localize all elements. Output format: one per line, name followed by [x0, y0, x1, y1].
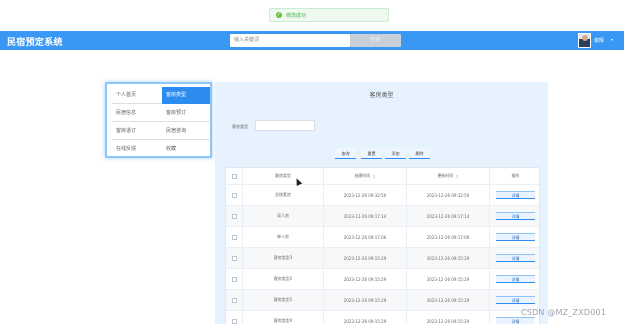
chevron-down-icon[interactable]: ▾: [611, 37, 613, 42]
header-created-time[interactable]: 创建时间 ↕: [324, 168, 407, 184]
filter-label: 客房类型: [232, 124, 248, 129]
detail-button[interactable]: 详情: [496, 254, 535, 262]
cell-updated: 2023-12-26 09:15:29: [407, 269, 490, 289]
cell-created: 2023-12-26 09:32:50: [324, 185, 407, 205]
menu-item-profile[interactable]: 个人首页: [112, 87, 160, 104]
toast-text: 修改成功: [286, 12, 307, 19]
menu-item-favorites[interactable]: 收藏: [162, 141, 210, 158]
table-row: 双人房 2023-12-26 09:17:14 2023-12-26 09:17…: [226, 206, 539, 227]
menu-item-room-type[interactable]: 客房类型: [162, 87, 210, 104]
header-actions: 操作: [511, 173, 520, 178]
cell-updated: 2023-12-26 09:17:14: [407, 206, 490, 226]
row-checkbox[interactable]: [231, 213, 237, 219]
cell-updated: 2023-12-26 09:32:50: [407, 185, 490, 205]
site-brand[interactable]: 民宿预定系统: [7, 35, 63, 48]
success-check-icon: ✓: [276, 12, 282, 18]
cell-created: 2023-12-26 09:15:29: [324, 311, 407, 324]
row-checkbox[interactable]: [231, 318, 237, 324]
sort-icon[interactable]: ↕: [372, 174, 375, 179]
cell-room-type: 单人房: [243, 227, 324, 247]
cell-room-type: 客房类型2: [243, 269, 324, 289]
menu-row: 在线反馈 收藏: [112, 141, 210, 158]
cell-room-type: 客房类型3: [243, 248, 324, 268]
search-input[interactable]: 输入关键词: [230, 34, 350, 47]
cell-updated: 2023-12-26 09:15:29: [407, 248, 490, 268]
top-navbar: 民宿预定系统 输入关键词 搜索 谢晖 ▾: [0, 31, 624, 50]
detail-button[interactable]: 详情: [496, 212, 535, 220]
delete-button[interactable]: 删除: [409, 148, 430, 159]
cell-created: 2023-12-26 09:15:29: [324, 248, 407, 268]
room-type-panel: 客房类型 客房类型 查询 重置 添加 删除 客房类型 创建时间 ↕ 更新时间 ↕ 操…: [215, 82, 548, 324]
row-checkbox[interactable]: [231, 276, 237, 282]
menu-row: 民宿信息 客房预订: [112, 105, 210, 122]
cell-created: 2023-12-26 09:15:29: [324, 269, 407, 289]
page-title: 客房类型: [369, 92, 394, 99]
detail-button[interactable]: 详情: [496, 296, 535, 304]
cell-updated: 2023-12-26 09:17:06: [407, 227, 490, 247]
add-button[interactable]: 添加: [385, 148, 406, 159]
cell-created: 2023-12-26 09:17:14: [324, 206, 407, 226]
select-all-cell: [226, 168, 243, 184]
table-header-row: 客房类型 创建时间 ↕ 更新时间 ↕ 操作: [226, 168, 539, 185]
table-row: 总统套房 2023-12-26 09:32:50 2023-12-26 09:3…: [226, 185, 539, 206]
cell-room-type: 总统套房: [243, 185, 324, 205]
detail-button[interactable]: 详情: [496, 317, 535, 324]
cell-room-type: 客房类型1: [243, 290, 324, 310]
detail-button[interactable]: 详情: [496, 275, 535, 283]
menu-row: 客房退订 民宿咨询: [112, 123, 210, 140]
cell-created: 2023-12-26 09:15:29: [324, 290, 407, 310]
detail-button[interactable]: 详情: [496, 191, 535, 199]
table-row: 客房类型2 2023-12-26 09:15:29 2023-12-26 09:…: [226, 269, 539, 290]
reset-button[interactable]: 重置: [361, 148, 382, 159]
sort-icon[interactable]: ↕: [455, 174, 458, 179]
row-checkbox[interactable]: [231, 297, 237, 303]
cell-updated: 2023-12-26 09:15:29: [407, 311, 490, 324]
menu-item-consult[interactable]: 民宿咨询: [162, 123, 210, 140]
table-row: 客房类型4 2023-12-26 09:15:29 2023-12-26 09:…: [226, 311, 539, 324]
user-side-menu: 个人首页 客房类型 民宿信息 客房预订 客房退订 民宿咨询 在线反馈 收藏: [105, 82, 212, 158]
menu-item-room-cancel[interactable]: 客房退订: [112, 123, 160, 140]
table-row: 单人房 2023-12-26 09:17:06 2023-12-26 09:17…: [226, 227, 539, 248]
menu-row: 个人首页 客房类型: [112, 87, 210, 104]
detail-button[interactable]: 详情: [496, 233, 535, 241]
header-room-type: 客房类型: [243, 168, 324, 184]
cell-room-type: 双人房: [243, 206, 324, 226]
select-all-checkbox[interactable]: [231, 173, 237, 179]
row-checkbox[interactable]: [231, 255, 237, 261]
success-toast: ✓ 修改成功: [269, 8, 389, 22]
cell-room-type: 客房类型4: [243, 311, 324, 324]
row-checkbox[interactable]: [231, 234, 237, 240]
room-type-table: 客房类型 创建时间 ↕ 更新时间 ↕ 操作 总统套房 2023-12-26 09:3…: [225, 167, 540, 324]
user-avatar[interactable]: [578, 33, 591, 48]
query-button[interactable]: 查询: [335, 148, 356, 159]
menu-item-room-booking[interactable]: 客房预订: [162, 105, 210, 122]
menu-item-feedback[interactable]: 在线反馈: [112, 141, 160, 158]
username[interactable]: 谢晖: [594, 37, 604, 44]
menu-item-homestay-info[interactable]: 民宿信息: [112, 105, 160, 122]
cell-updated: 2023-12-26 09:15:29: [407, 290, 490, 310]
room-type-filter-input[interactable]: [255, 120, 315, 131]
search-button[interactable]: 搜索: [350, 34, 401, 47]
header-updated-time[interactable]: 更新时间 ↕: [407, 168, 490, 184]
cell-created: 2023-12-26 09:17:06: [324, 227, 407, 247]
table-row: 客房类型3 2023-12-26 09:15:29 2023-12-26 09:…: [226, 248, 539, 269]
watermark: CSDN @MZ_ZXD001: [521, 308, 607, 317]
row-checkbox[interactable]: [231, 192, 237, 198]
table-row: 客房类型1 2023-12-26 09:15:29 2023-12-26 09:…: [226, 290, 539, 311]
